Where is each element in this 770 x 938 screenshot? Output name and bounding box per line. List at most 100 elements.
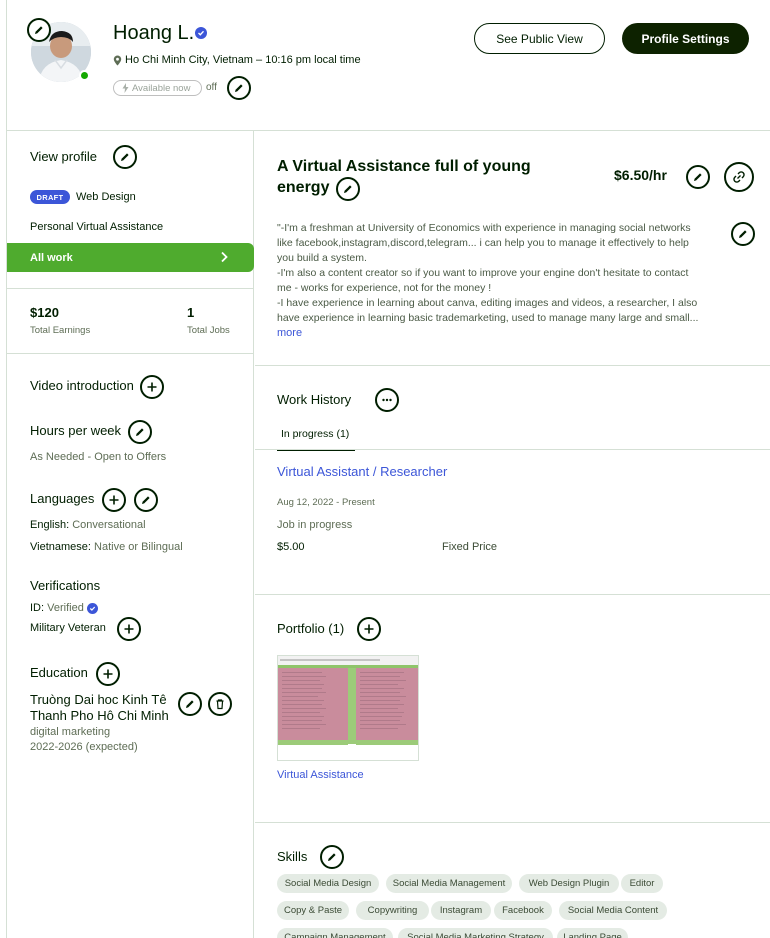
tab-in-progress[interactable]: In progress (1) [277, 428, 355, 451]
skills-title: Skills [277, 849, 308, 864]
all-work-button[interactable]: All work [7, 243, 254, 272]
plus-icon [109, 495, 119, 505]
overview-description: "-I'm a freshman at University of Econom… [277, 221, 713, 326]
edit-photo-button[interactable] [27, 18, 51, 42]
skill-chip[interactable]: Copy & Paste [277, 901, 349, 920]
video-introduction-label: Video introduction [30, 378, 134, 393]
profile-header: Hoang L. Ho Chi Minh City, Vietnam – 10:… [7, 0, 770, 131]
plus-icon [124, 624, 134, 634]
profile-settings-button[interactable]: Profile Settings [622, 23, 749, 54]
pencil-icon [739, 230, 747, 238]
skill-chip[interactable]: Instagram [431, 901, 491, 920]
skill-chip[interactable]: Copywriting [356, 901, 429, 920]
add-language-button[interactable] [102, 488, 126, 512]
id-label: ID: [30, 602, 48, 614]
specialized-profile-link[interactable]: Personal Virtual Assistance [30, 221, 163, 233]
ellipsis-icon [382, 398, 392, 402]
link-icon [733, 171, 745, 183]
hourly-rate: $6.50/hr [614, 167, 667, 183]
job-type: Fixed Price [442, 541, 498, 553]
skill-chip[interactable]: Campaign Management [277, 928, 393, 938]
language-level: Native or Bilingual [94, 541, 183, 553]
profile-title: A Virtual Assistance full of young energ… [277, 156, 547, 198]
more-link[interactable]: more [277, 327, 302, 339]
edit-availability-button[interactable] [227, 76, 251, 100]
education-years: 2022-2026 (expected) [30, 741, 138, 753]
add-military-veteran-button[interactable] [117, 617, 141, 641]
divider [7, 288, 254, 289]
hours-value: As Needed - Open to Offers [30, 451, 167, 463]
edit-rate-button[interactable] [686, 165, 710, 189]
edit-overview-button[interactable] [731, 222, 755, 246]
languages-label: Languages [30, 491, 95, 506]
edit-skills-button[interactable] [320, 845, 344, 869]
add-education-button[interactable] [96, 662, 120, 686]
draft-badge: DRAFT [30, 190, 70, 204]
edit-languages-button[interactable] [134, 488, 158, 512]
online-status-dot [79, 70, 90, 81]
language-name: English: [30, 519, 70, 531]
description-line: like facebook,instagram,discord,telegram… [277, 237, 689, 249]
chevron-right-icon [221, 251, 228, 263]
skill-chip[interactable]: Social Media Content [559, 901, 667, 920]
military-veteran-label: Military Veteran [30, 622, 106, 634]
language-level: Conversational [72, 519, 146, 531]
skill-chip[interactable]: Facebook [494, 901, 552, 920]
language-item: Vietnamese: Native or Bilingual [30, 541, 183, 553]
education-label: Education [30, 665, 88, 680]
edit-title-button[interactable] [336, 177, 360, 201]
pencil-icon [344, 185, 352, 193]
skill-chip[interactable]: Web Design Plugin [519, 874, 619, 893]
skill-chip[interactable]: Social Media Design [277, 874, 379, 893]
pencil-icon [186, 700, 194, 708]
add-portfolio-button[interactable] [357, 617, 381, 641]
sidebar: View profile DRAFT Web Design Personal V… [7, 131, 254, 938]
availability-badge[interactable]: Available now [113, 80, 202, 96]
location-pin-icon [113, 55, 122, 65]
divider [255, 594, 770, 595]
lightning-icon [122, 83, 129, 93]
skill-chip[interactable]: Social Media Marketing Strategy [398, 928, 553, 938]
pencil-icon [142, 496, 150, 504]
education-field: digital marketing [30, 726, 111, 738]
skill-chip[interactable]: Landing Page [557, 928, 628, 938]
job-status: Job in progress [277, 519, 353, 531]
work-history-more-button[interactable] [375, 388, 399, 412]
add-video-button[interactable] [140, 375, 164, 399]
skill-chip[interactable]: Editor [621, 874, 663, 893]
edit-education-button[interactable] [178, 692, 202, 716]
language-item: English: Conversational [30, 519, 146, 531]
id-value: Verified [47, 602, 84, 614]
copy-link-button[interactable] [724, 162, 754, 192]
pencil-icon [121, 153, 129, 161]
profile-title-line: A Virtual Assistance full of young [277, 158, 531, 175]
description-line: -I have experience in learning about can… [277, 297, 698, 309]
description-line: have experience in learning basic tradem… [277, 312, 699, 324]
pencil-icon [136, 428, 144, 436]
job-dates: Aug 12, 2022 - Present [277, 497, 375, 508]
verifications-label: Verifications [30, 578, 101, 593]
availability-label: Available now [132, 82, 191, 94]
availability-state: off [206, 82, 217, 93]
skill-chip[interactable]: Social Media Management [386, 874, 512, 893]
draft-profile-link[interactable]: Web Design [76, 191, 136, 203]
divider [7, 353, 254, 354]
description-line: -I'm also a content creator so if you wa… [277, 267, 689, 279]
trash-icon [216, 699, 224, 710]
education-school: Truòng Dai hoc Kinh Tê Thanh Pho Hô Chi … [30, 692, 169, 724]
edit-view-profile-button[interactable] [113, 145, 137, 169]
divider [255, 365, 770, 366]
description-line: me - works for experience, not for the m… [277, 282, 492, 294]
job-title-link[interactable]: Virtual Assistant / Researcher [277, 464, 447, 479]
portfolio-thumbnail[interactable] [277, 655, 419, 761]
plus-icon [147, 382, 157, 392]
delete-education-button[interactable] [208, 692, 232, 716]
see-public-view-button[interactable]: See Public View [474, 23, 605, 54]
main-content: A Virtual Assistance full of young energ… [255, 131, 770, 938]
total-jobs-label: Total Jobs [187, 325, 230, 336]
profile-page: Hoang L. Ho Chi Minh City, Vietnam – 10:… [6, 0, 770, 938]
pencil-icon [328, 853, 336, 861]
portfolio-item-link[interactable]: Virtual Assistance [277, 769, 364, 781]
edit-hours-button[interactable] [128, 420, 152, 444]
view-profile-label: View profile [30, 149, 97, 164]
